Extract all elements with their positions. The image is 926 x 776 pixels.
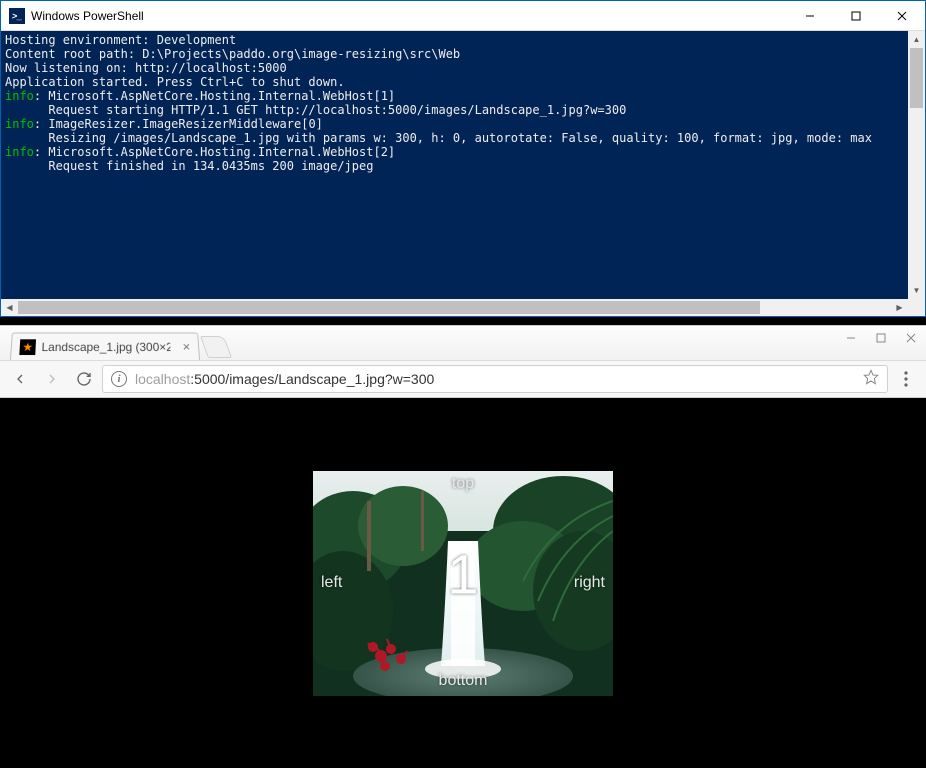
powershell-window: >_ Windows PowerShell Hosting environmen… xyxy=(0,0,926,317)
reload-button[interactable] xyxy=(70,365,98,393)
console-line: : Microsoft.AspNetCore.Hosting.Internal.… xyxy=(34,145,395,159)
chrome-toolbar: i localhost:5000/images/Landscape_1.jpg?… xyxy=(0,360,926,398)
scrollbar-thumb[interactable] xyxy=(18,301,760,314)
url-path: :5000/images/Landscape_1.jpg?w=300 xyxy=(190,371,434,387)
maximize-button[interactable] xyxy=(866,328,896,348)
maximize-button[interactable] xyxy=(833,1,879,31)
console-line: Now listening on: http://localhost:5000 xyxy=(5,61,287,75)
console-line: Resizing /images/Landscape_1.jpg with pa… xyxy=(5,131,872,145)
tab-close-button[interactable]: × xyxy=(182,339,190,354)
chrome-tabstrip[interactable]: ★ Landscape_1.jpg (300×22 × xyxy=(0,326,926,360)
close-button[interactable] xyxy=(879,1,925,31)
minimize-button[interactable] xyxy=(836,328,866,348)
menu-button[interactable] xyxy=(892,365,920,393)
scroll-left-arrow-icon[interactable]: ◀ xyxy=(1,299,18,316)
scroll-down-arrow-icon[interactable]: ▼ xyxy=(908,282,925,299)
address-bar[interactable]: i localhost:5000/images/Landscape_1.jpg?… xyxy=(102,365,888,393)
vertical-scrollbar[interactable]: ▲ ▼ xyxy=(908,31,925,299)
site-info-icon[interactable]: i xyxy=(111,371,127,387)
scrollbar-thumb[interactable] xyxy=(910,48,923,108)
log-level-info: info xyxy=(5,89,34,103)
new-tab-button[interactable] xyxy=(200,336,232,358)
overlay-bottom: bottom xyxy=(439,672,488,690)
tab-title: Landscape_1.jpg (300×22 xyxy=(41,340,170,354)
bookmark-star-icon[interactable] xyxy=(863,369,879,390)
minimize-button[interactable] xyxy=(787,1,833,31)
horizontal-scrollbar[interactable]: ◀ ▶ xyxy=(1,299,925,316)
browser-tab[interactable]: ★ Landscape_1.jpg (300×22 × xyxy=(10,333,200,360)
browser-viewport: top bottom left right 1 xyxy=(0,398,926,768)
chrome-window: ★ Landscape_1.jpg (300×22 × xyxy=(0,325,926,768)
overlay-center: 1 xyxy=(447,542,478,607)
powershell-console[interactable]: Hosting environment: Development Content… xyxy=(1,31,908,299)
window-gap xyxy=(0,317,926,325)
overlay-right: right xyxy=(574,574,605,592)
landscape-image: top bottom left right 1 xyxy=(313,471,613,696)
scroll-right-arrow-icon[interactable]: ▶ xyxy=(891,299,908,316)
overlay-left: left xyxy=(321,574,342,592)
powershell-icon: >_ xyxy=(9,8,25,24)
console-line: Application started. Press Ctrl+C to shu… xyxy=(5,75,345,89)
close-button[interactable] xyxy=(896,328,926,348)
console-line: Request finished in 134.0435ms 200 image… xyxy=(5,159,373,173)
overlay-top: top xyxy=(452,475,474,493)
url-host: localhost xyxy=(135,371,190,387)
log-level-info: info xyxy=(5,145,34,159)
favicon-icon: ★ xyxy=(19,339,36,355)
scroll-up-arrow-icon[interactable]: ▲ xyxy=(908,31,925,48)
console-line: : ImageResizer.ImageResizerMiddleware[0] xyxy=(34,117,323,131)
console-line: Request starting HTTP/1.1 GET http://loc… xyxy=(5,103,626,117)
powershell-titlebar[interactable]: >_ Windows PowerShell xyxy=(1,1,925,31)
log-level-info: info xyxy=(5,117,34,131)
url-text: localhost:5000/images/Landscape_1.jpg?w=… xyxy=(135,371,434,387)
console-line: Content root path: D:\Projects\paddo.org… xyxy=(5,47,460,61)
console-line: : Microsoft.AspNetCore.Hosting.Internal.… xyxy=(34,89,395,103)
forward-button[interactable] xyxy=(38,365,66,393)
powershell-title: Windows PowerShell xyxy=(31,9,144,23)
back-button[interactable] xyxy=(6,365,34,393)
console-line: Hosting environment: Development xyxy=(5,33,236,47)
